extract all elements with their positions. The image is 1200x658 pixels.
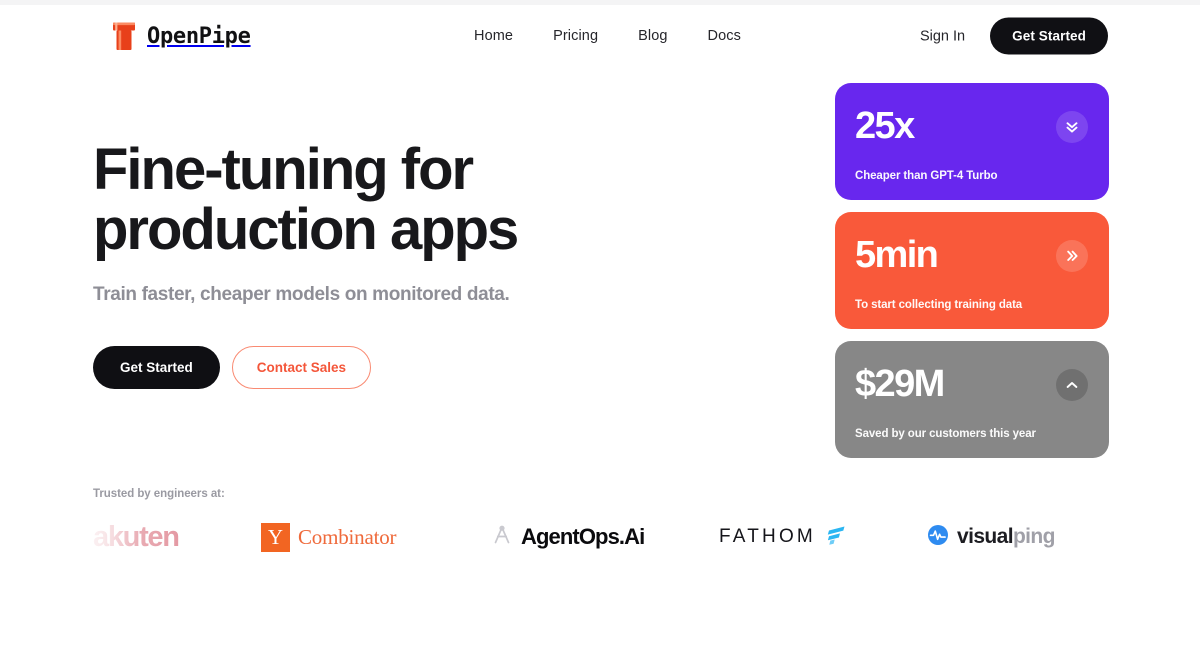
- logo-rakuten: akuten: [93, 520, 261, 554]
- logo-fathom: FATHOM: [719, 520, 927, 554]
- visualping-wordmark-gray: ping: [1012, 525, 1056, 548]
- trusted-by-section: Trusted by engineers at: akuten Y Combin…: [93, 488, 1103, 554]
- site-header: OpenPipe Home Pricing Blog Docs Sign In …: [0, 5, 1200, 67]
- double-chevron-right-icon[interactable]: [1056, 240, 1088, 272]
- hero-title-line-2: production apps: [93, 197, 519, 262]
- visualping-wordmark-dark: visual: [957, 525, 1014, 548]
- double-chevron-down-icon[interactable]: [1056, 111, 1088, 143]
- stat-cards: 25x Cheaper than GPT-4 Turbo 5min To sta…: [835, 83, 1109, 458]
- logo-strip: akuten Y Combinator AgentOps.Ai FATHOM v…: [93, 520, 1103, 554]
- nav-item-pricing[interactable]: Pricing: [553, 28, 598, 44]
- hero-subtitle: Train faster, cheaper models on monitore…: [93, 284, 510, 305]
- main-nav: Home Pricing Blog Docs: [474, 28, 741, 44]
- page-root: OpenPipe Home Pricing Blog Docs Sign In …: [0, 0, 1200, 658]
- logo-visualping: visualping: [927, 520, 1055, 554]
- agentops-mark-icon: [491, 524, 513, 551]
- logo-agentops: AgentOps.Ai: [491, 520, 719, 554]
- fathom-mark-icon: [824, 522, 850, 553]
- stat-card-label: Cheaper than GPT-4 Turbo: [855, 170, 998, 182]
- stat-card-value: 5min: [855, 234, 939, 276]
- stat-card-savings[interactable]: $29M Saved by our customers this year: [835, 341, 1109, 458]
- visualping-wordmark: visualping: [957, 525, 1055, 549]
- trusted-by-label: Trusted by engineers at:: [93, 488, 225, 500]
- hero-section: Fine-tuning for production apps Train fa…: [93, 140, 713, 389]
- stat-card-label: Saved by our customers this year: [855, 428, 1036, 440]
- contact-sales-button[interactable]: Contact Sales: [231, 346, 372, 389]
- stat-card-time-to-start[interactable]: 5min To start collecting training data: [835, 212, 1109, 329]
- brand-name: OpenPipe: [147, 23, 251, 49]
- stat-card-value: 25x: [855, 105, 915, 147]
- stat-card-cheaper[interactable]: 25x Cheaper than GPT-4 Turbo: [835, 83, 1109, 200]
- pipe-icon: [112, 21, 136, 51]
- agentops-wordmark: AgentOps.Ai: [521, 524, 645, 549]
- chevron-up-icon[interactable]: [1056, 369, 1088, 401]
- brand-logo[interactable]: OpenPipe: [112, 21, 251, 51]
- stat-card-value: $29M: [855, 363, 945, 405]
- header-actions: Sign In Get Started: [920, 17, 1108, 55]
- y-combinator-wordmark: Combinator: [298, 524, 397, 549]
- hero-cta-row: Get Started Contact Sales: [93, 346, 713, 389]
- visualping-mark-icon: [927, 524, 949, 551]
- sign-in-link[interactable]: Sign In: [920, 28, 965, 44]
- page-title: Fine-tuning for production apps: [93, 140, 713, 260]
- rakuten-wordmark: akuten: [93, 520, 180, 553]
- nav-item-docs[interactable]: Docs: [708, 28, 741, 44]
- header-get-started-button[interactable]: Get Started: [990, 17, 1108, 55]
- fathom-wordmark: FATHOM: [719, 526, 816, 547]
- nav-item-home[interactable]: Home: [474, 28, 513, 44]
- stat-card-label: To start collecting training data: [855, 299, 1023, 311]
- hero-get-started-button[interactable]: Get Started: [93, 346, 220, 389]
- nav-item-blog[interactable]: Blog: [638, 28, 667, 44]
- hero-title-line-1: Fine-tuning for: [93, 137, 474, 202]
- y-combinator-mark-icon: Y: [261, 522, 290, 552]
- logo-y-combinator: Y Combinator: [261, 520, 491, 554]
